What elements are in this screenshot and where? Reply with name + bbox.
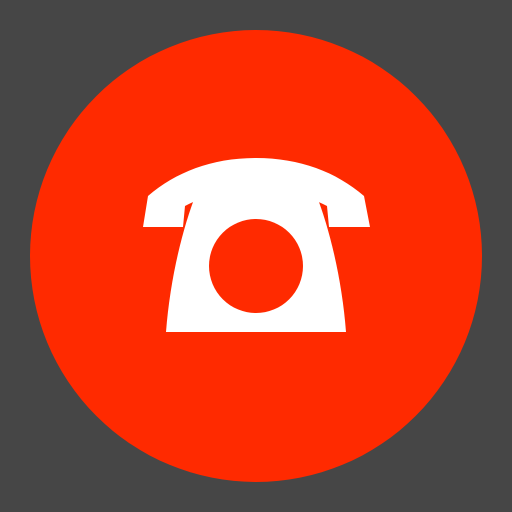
phone-app-icon[interactable] bbox=[0, 0, 512, 512]
phone-icon bbox=[30, 30, 482, 482]
rotary-dial bbox=[209, 219, 303, 313]
